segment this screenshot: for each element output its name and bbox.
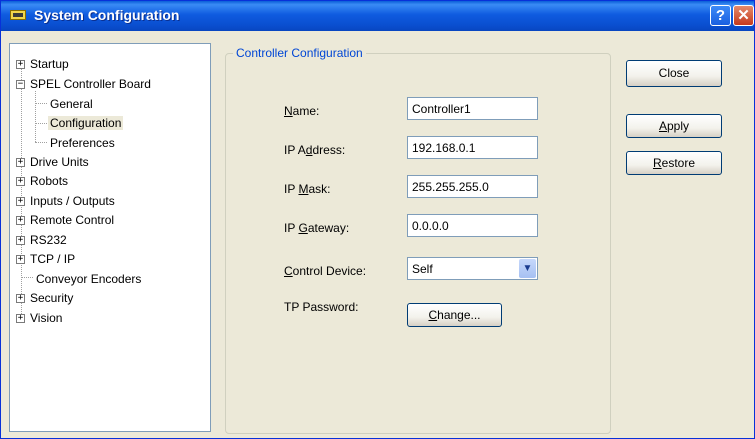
tree-item-label: Startup (30, 57, 69, 71)
ip-mask-input[interactable]: 255.255.255.0 (407, 175, 538, 198)
expand-icon[interactable]: + (16, 314, 25, 323)
expand-icon[interactable]: + (16, 255, 25, 264)
tree-connector (35, 123, 47, 124)
tree-item-label: General (50, 97, 93, 111)
ip-address-input[interactable]: 192.168.0.1 (407, 136, 538, 159)
tree-connector (35, 142, 47, 143)
close-icon[interactable]: ✕ (733, 5, 754, 26)
tree-item-label: Inputs / Outputs (30, 194, 115, 208)
expand-icon[interactable]: + (16, 197, 25, 206)
chevron-down-icon[interactable]: ▼ (519, 259, 536, 278)
window-title: System Configuration (34, 7, 180, 23)
tree-item-label: SPEL Controller Board (30, 77, 151, 91)
tree-item-label: Configuration (48, 116, 124, 130)
control-device-value: Self (412, 262, 433, 276)
expand-icon[interactable]: + (16, 177, 25, 186)
change-password-button[interactable]: Change... (407, 303, 502, 327)
ip-address-label: IP Address: (284, 143, 346, 157)
restore-button[interactable]: Restore (626, 151, 722, 175)
title-bar[interactable]: System Configuration ? ✕ (1, 1, 754, 31)
settings-tree[interactable]: + Startup − SPEL Controller Board Genera… (9, 43, 211, 432)
tree-connector (35, 91, 36, 142)
tree-item-label: Remote Control (30, 213, 115, 227)
tree-item-label: Security (30, 291, 74, 305)
tree-item-label: Vision (30, 311, 63, 325)
tree-item-label: TCP / IP (30, 252, 76, 266)
ip-gateway-label: IP Gateway: (284, 221, 350, 235)
ip-gateway-input[interactable]: 0.0.0.0 (407, 214, 538, 237)
tree-connector (21, 60, 22, 320)
expand-icon[interactable]: + (16, 294, 25, 303)
tp-password-label: TP Password: (284, 300, 359, 314)
tree-item-label: RS232 (30, 233, 67, 247)
collapse-icon[interactable]: − (16, 80, 25, 89)
name-label: Name: (284, 104, 320, 118)
help-icon[interactable]: ? (710, 5, 731, 26)
tree-connector (21, 277, 33, 278)
expand-icon[interactable]: + (16, 216, 25, 225)
expand-icon[interactable]: + (16, 60, 25, 69)
group-title: Controller Configuration (233, 46, 366, 60)
name-input[interactable]: Controller1 (407, 97, 538, 120)
control-device-label: Control Device: (284, 264, 367, 278)
tree-item-label: Conveyor Encoders (36, 272, 142, 286)
tree-item-preferences[interactable]: Preferences (50, 136, 115, 150)
app-icon (10, 10, 26, 20)
tree-connector (35, 103, 47, 104)
control-device-select[interactable]: Self ▼ (407, 257, 538, 280)
tree-item-label: Preferences (50, 136, 115, 150)
tree-item-configuration[interactable]: Configuration (48, 116, 124, 130)
system-configuration-window: System Configuration ? ✕ + Startup − SPE… (0, 0, 755, 439)
tree-item-conveyor-encoders[interactable]: Conveyor Encoders (36, 272, 141, 286)
apply-button[interactable]: Apply (626, 114, 722, 138)
close-button[interactable]: Close (626, 60, 722, 87)
tree-item-label: Drive Units (30, 155, 89, 169)
ip-mask-label: IP Mask: (284, 182, 331, 196)
expand-icon[interactable]: + (16, 158, 25, 167)
tree-item-label: Robots (30, 174, 69, 188)
tree-item-general[interactable]: General (50, 97, 93, 111)
expand-icon[interactable]: + (16, 236, 25, 245)
